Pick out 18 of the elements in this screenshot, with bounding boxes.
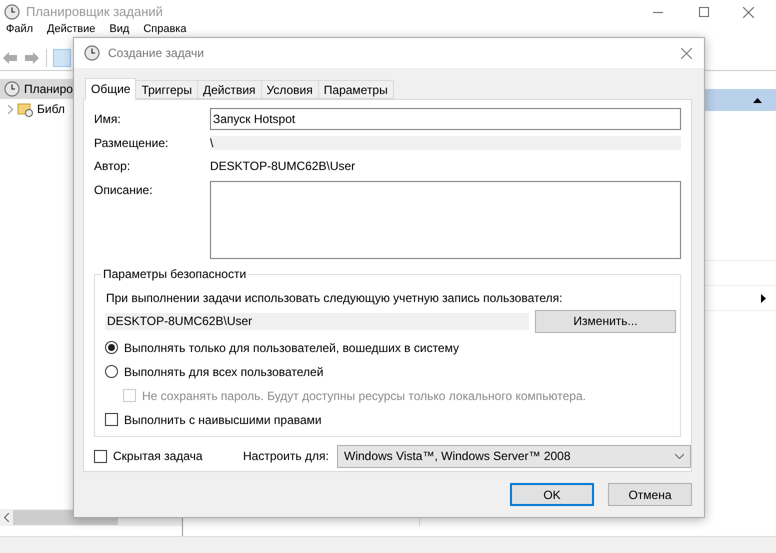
field-label: Описание: bbox=[94, 182, 154, 199]
tree-label: Библ bbox=[37, 101, 65, 118]
option-label: Скрытая задача bbox=[113, 448, 204, 466]
field-label: Настроить для: bbox=[243, 448, 330, 466]
window-title: Планировщик заданий bbox=[26, 3, 163, 22]
account-value: DESKTOP-8UMC62B\User bbox=[105, 312, 529, 330]
account-prompt: При выполнении задачи использовать следующую учетную запись пользователя: bbox=[105, 290, 564, 307]
option-label: Выполнить с наивысшими правами bbox=[124, 412, 322, 429]
option-label: Не сохранять пароль. Будут доступны ресурсы только локального компьютера. bbox=[142, 388, 586, 405]
field-label: Имя: bbox=[94, 111, 122, 128]
field-label: Автор: bbox=[94, 158, 132, 175]
location-value: \ bbox=[210, 136, 681, 150]
dialog-title: Создание задачи bbox=[108, 45, 204, 62]
author-value: DESKTOP-8UMC62B\User bbox=[210, 158, 356, 175]
field-label: Размещение: bbox=[94, 135, 170, 152]
option-label: Выполнять для всех пользователей bbox=[124, 364, 324, 381]
tree-label: Планиро bbox=[24, 81, 73, 98]
option-label: Выполнять только для пользователей, вошедших в систему bbox=[124, 340, 459, 357]
